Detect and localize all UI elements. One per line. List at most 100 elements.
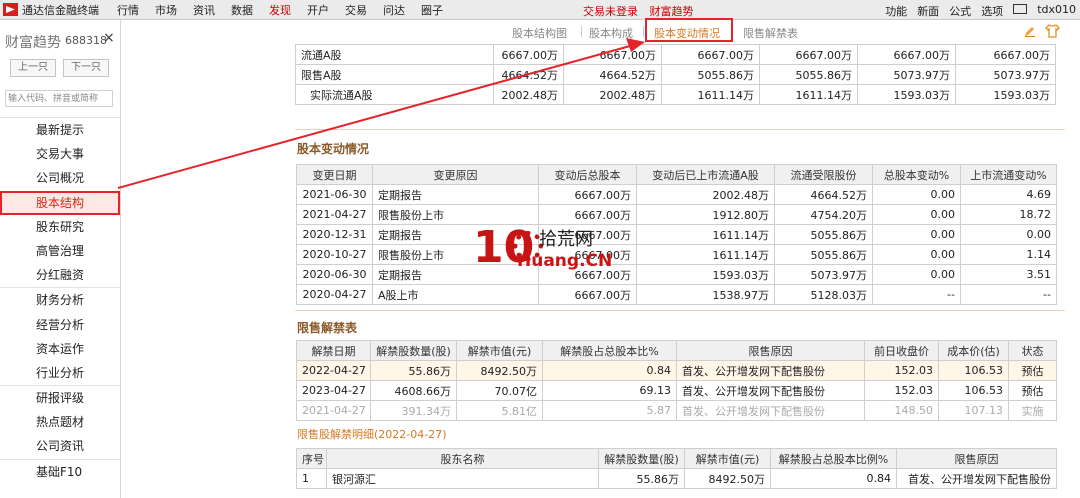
cell: 5073.97万 xyxy=(955,64,1056,85)
column-header[interactable]: 序号 xyxy=(296,448,327,469)
sidebar-item-company-news[interactable]: 公司资讯 xyxy=(0,434,120,458)
menu-item-trade[interactable]: 交易 xyxy=(337,2,375,18)
trade-login-status[interactable]: 交易未登录 xyxy=(583,5,638,18)
cell: 8492.50万 xyxy=(684,468,771,489)
column-header[interactable]: 解禁日期 xyxy=(296,340,371,361)
cell: 1611.14万 xyxy=(759,84,858,105)
cell: 0.84 xyxy=(770,468,897,489)
cell: 2020-10-27 xyxy=(296,244,373,265)
column-header[interactable]: 总股本变动% xyxy=(872,164,961,185)
edit-icon[interactable] xyxy=(1024,25,1036,37)
cell: 6667.00万 xyxy=(955,44,1056,65)
cell: 0.00 xyxy=(872,224,961,245)
column-header[interactable]: 解禁股数量(股) xyxy=(370,340,457,361)
table-row: 实际流通A股 2002.48万 2002.48万 1611.14万 1611.1… xyxy=(295,84,1056,105)
table-row[interactable]: 2023-04-27 4608.66万 70.07亿 69.13 首发、公开增发… xyxy=(296,380,1057,401)
cell: 银河源汇 xyxy=(326,468,599,489)
column-header[interactable]: 变更日期 xyxy=(296,164,373,185)
sidebar-item-shareholders[interactable]: 股东研究 xyxy=(0,215,120,239)
table-row[interactable]: 2021-04-27 391.34万 5.81亿 5.87 首发、公开增发网下配… xyxy=(296,400,1057,421)
cell: 0.00 xyxy=(872,244,961,265)
cell: 1611.14万 xyxy=(636,224,775,245)
column-header[interactable]: 流通受限股份 xyxy=(774,164,873,185)
sidebar-item-share-structure[interactable]: 股本结构 xyxy=(0,190,120,215)
cell: 2023-04-27 xyxy=(296,380,371,401)
menu-item-discover[interactable]: 发现 xyxy=(261,2,299,18)
cell: 2002.48万 xyxy=(493,84,564,105)
cell: 0.00 xyxy=(872,184,961,205)
tab-composition[interactable]: 股本构成 xyxy=(589,25,633,41)
table-row: 限售A股 4664.52万 4664.52万 5055.86万 5055.86万… xyxy=(295,64,1056,85)
menu-item-news[interactable]: 资讯 xyxy=(185,2,223,18)
menu-item-open-account[interactable]: 开户 xyxy=(299,2,337,18)
sidebar-item-events[interactable]: 交易大事 xyxy=(0,142,120,166)
column-header[interactable]: 成本价(估) xyxy=(938,340,1009,361)
cell: 69.13 xyxy=(542,380,677,401)
cell: 1912.80万 xyxy=(636,204,775,225)
cell: 6667.00万 xyxy=(538,204,637,225)
menu-item-circle[interactable]: 圈子 xyxy=(413,2,451,18)
menu-item-ask[interactable]: 问达 xyxy=(375,2,413,18)
sidebar-item-research[interactable]: 研报评级 xyxy=(0,385,120,410)
sidebar-item-operations[interactable]: 经营分析 xyxy=(0,313,120,337)
table-row[interactable]: 2022-04-27 55.86万 8492.50万 0.84 首发、公开增发网… xyxy=(296,360,1057,381)
skin-icon[interactable] xyxy=(1045,24,1060,38)
cell: 2022-04-27 xyxy=(296,360,371,381)
column-header[interactable]: 解禁股占总股本比例% xyxy=(770,448,897,469)
user-id[interactable]: tdx010 xyxy=(1037,3,1076,19)
close-icon[interactable]: × xyxy=(103,30,115,46)
stock-title: 财富趋势 xyxy=(5,35,61,51)
cell: 6667.00万 xyxy=(759,44,858,65)
menu-item-quotes[interactable]: 行情 xyxy=(109,2,147,18)
column-header[interactable]: 变动后已上市流通A股 xyxy=(636,164,775,185)
sidebar-item-industry[interactable]: 行业分析 xyxy=(0,361,120,385)
mail-icon[interactable] xyxy=(1013,4,1028,14)
search-input[interactable]: 输入代码、拼音或简称 xyxy=(5,90,113,107)
column-header[interactable]: 解禁股数量(股) xyxy=(598,448,685,469)
column-header[interactable]: 限售原因 xyxy=(896,448,1057,469)
cell: 2002.48万 xyxy=(563,84,662,105)
stock-name-link[interactable]: 财富趋势 xyxy=(650,5,694,18)
center-links: 交易未登录 财富趋势 xyxy=(583,3,702,19)
menu-item-market[interactable]: 市场 xyxy=(147,2,185,18)
cell: 5128.03万 xyxy=(774,284,873,305)
cell: 5.87 xyxy=(542,400,677,421)
column-header[interactable]: 解禁市值(元) xyxy=(456,340,543,361)
content-scroll[interactable]: 流通A股 6667.00万 6667.00万 6667.00万 6667.00万… xyxy=(295,44,1065,498)
column-header[interactable]: 限售原因 xyxy=(676,340,865,361)
sidebar-item-management[interactable]: 高管治理 xyxy=(0,239,120,263)
column-header[interactable]: 变动后总股本 xyxy=(538,164,637,185)
section-divider xyxy=(295,310,1065,311)
column-header[interactable]: 上市流通变动% xyxy=(960,164,1057,185)
sidebar-item-profile[interactable]: 公司概况 xyxy=(0,166,120,190)
sidebar-item-latest[interactable]: 最新提示 xyxy=(0,118,120,142)
sidebar-item-financials[interactable]: 财务分析 xyxy=(0,287,120,312)
cell: 0.00 xyxy=(872,264,961,285)
prev-stock-button[interactable]: 上一只 xyxy=(10,59,56,77)
menu-new-screen[interactable]: 新面 xyxy=(917,3,939,19)
cell: 70.07亿 xyxy=(456,380,543,401)
column-header[interactable]: 解禁股占总股本比% xyxy=(542,340,677,361)
cell: 152.03 xyxy=(864,380,939,401)
sidebar-item-basic-f10[interactable]: 基础F10 xyxy=(0,458,120,484)
column-header[interactable]: 股东名称 xyxy=(326,448,599,469)
menu-options[interactable]: 选项 xyxy=(981,3,1003,19)
column-header[interactable]: 解禁市值(元) xyxy=(684,448,771,469)
menu-item-data[interactable]: 数据 xyxy=(223,2,261,18)
table-row: 2021-06-30 定期报告 6667.00万 2002.48万 4664.5… xyxy=(296,184,1057,205)
column-header[interactable]: 状态 xyxy=(1008,340,1057,361)
tab-unlock-table[interactable]: 限售解禁表 xyxy=(743,25,798,41)
column-header[interactable]: 前日收盘价 xyxy=(864,340,939,361)
next-stock-button[interactable]: 下一只 xyxy=(63,59,109,77)
table-header-row: 序号 股东名称 解禁股数量(股) 解禁市值(元) 解禁股占总股本比例% 限售原因 xyxy=(296,448,1057,469)
menu-formula[interactable]: 公式 xyxy=(949,3,971,19)
sidebar-item-topics[interactable]: 热点题材 xyxy=(0,410,120,434)
sidebar-item-capital[interactable]: 资本运作 xyxy=(0,337,120,361)
cell: 4664.52万 xyxy=(493,64,564,85)
column-header[interactable]: 变更原因 xyxy=(372,164,539,185)
tab-divider xyxy=(581,26,582,37)
sidebar-item-dividends[interactable]: 分红融资 xyxy=(0,263,120,287)
tab-structure-chart[interactable]: 股本结构图 xyxy=(512,25,567,41)
cell: 0.00 xyxy=(960,224,1057,245)
menu-function[interactable]: 功能 xyxy=(885,3,907,19)
